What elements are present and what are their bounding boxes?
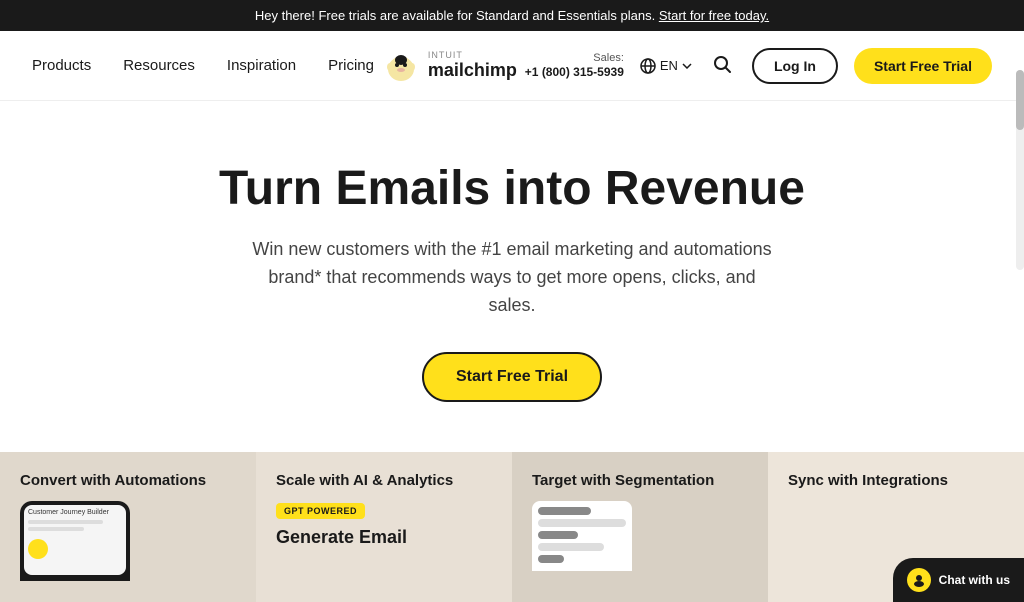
chat-label: Chat with us: [939, 573, 1010, 587]
page-scrollbar[interactable]: [1016, 70, 1024, 270]
seg-row-1: [538, 507, 591, 515]
main-nav: Products Resources Inspiration Pricing I…: [0, 31, 1024, 101]
segmentation-mockup: [532, 501, 632, 571]
nav-resources[interactable]: Resources: [123, 57, 195, 74]
feature-card-segmentation[interactable]: Target with Segmentation: [512, 452, 768, 602]
nav-pricing[interactable]: Pricing: [328, 57, 374, 74]
phone-screen-label: Customer Journey Builder: [28, 509, 109, 516]
chat-avatar: [907, 568, 931, 592]
announcement-text: Hey there! Free trials are available for…: [255, 8, 655, 23]
start-free-trial-nav-button[interactable]: Start Free Trial: [854, 48, 992, 84]
phone-screen: Customer Journey Builder: [24, 505, 126, 575]
chat-widget[interactable]: Chat with us: [893, 558, 1024, 602]
gpt-badge: GPT POWERED: [276, 503, 365, 519]
search-button[interactable]: [708, 50, 736, 81]
sales-info: Sales: +1 (800) 315-5939: [525, 51, 624, 81]
logo-text: INTUIT mailchimp: [428, 51, 517, 81]
phone-mockup: Customer Journey Builder: [20, 501, 130, 581]
feature-cards-row: Convert with Automations Customer Journe…: [0, 452, 1024, 602]
sales-label: Sales:: [525, 51, 624, 65]
feature-card-automations[interactable]: Convert with Automations Customer Journe…: [0, 452, 256, 602]
globe-icon: [640, 58, 656, 74]
chat-avatar-icon: [912, 573, 926, 587]
login-button[interactable]: Log In: [752, 48, 838, 84]
feature-card-integrations[interactable]: Sync with Integrations Chat with us: [768, 452, 1024, 602]
feature-card-integrations-title: Sync with Integrations: [788, 472, 1004, 489]
feature-card-ai[interactable]: Scale with AI & Analytics GPT POWERED Ge…: [256, 452, 512, 602]
scrollbar-thumb[interactable]: [1016, 70, 1024, 130]
ai-card-subtitle: Generate Email: [276, 527, 492, 548]
announcement-bar: Hey there! Free trials are available for…: [0, 0, 1024, 31]
search-icon: [712, 54, 732, 74]
language-selector[interactable]: EN: [640, 58, 692, 74]
hero-headline: Turn Emails into Revenue: [32, 161, 992, 216]
seg-row-2: [538, 519, 626, 527]
lang-label: EN: [660, 58, 678, 73]
hero-subheadline: Win new customers with the #1 email mark…: [252, 236, 772, 320]
sales-phone: +1 (800) 315-5939: [525, 65, 624, 81]
chevron-down-icon: [682, 63, 692, 69]
nav-products[interactable]: Products: [32, 57, 91, 74]
feature-card-automations-title: Convert with Automations: [20, 472, 236, 489]
seg-row-5: [538, 555, 564, 563]
seg-row-4: [538, 543, 604, 551]
logo-area[interactable]: INTUIT mailchimp: [382, 47, 517, 85]
feature-card-ai-title: Scale with AI & Analytics: [276, 472, 492, 489]
nav-right: Sales: +1 (800) 315-5939 EN Log In Start…: [525, 48, 992, 84]
feature-card-segmentation-title: Target with Segmentation: [532, 472, 748, 489]
ai-card-content: GPT POWERED Generate Email: [276, 501, 492, 548]
announcement-link[interactable]: Start for free today.: [659, 8, 769, 23]
hero-section: Turn Emails into Revenue Win new custome…: [0, 101, 1024, 452]
chimp-icon: [382, 47, 420, 85]
nav-links: Products Resources Inspiration Pricing: [32, 57, 374, 74]
start-free-trial-hero-button[interactable]: Start Free Trial: [422, 352, 602, 402]
nav-inspiration[interactable]: Inspiration: [227, 57, 296, 74]
logo-brand: mailchimp: [428, 61, 517, 81]
